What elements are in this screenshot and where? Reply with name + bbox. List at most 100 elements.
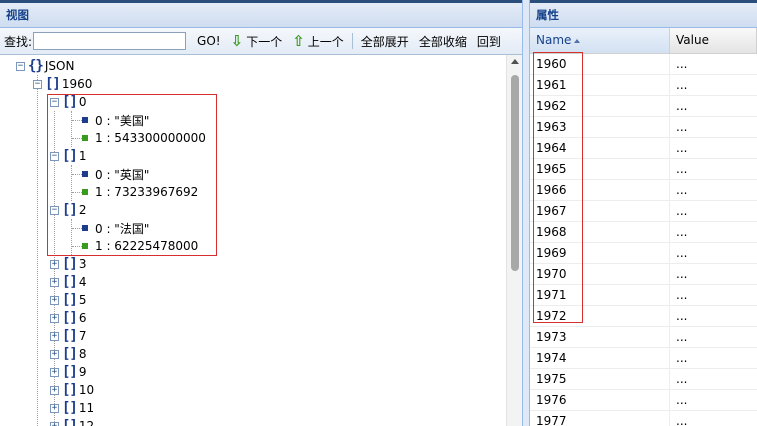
tree-node-label: 1960 bbox=[61, 77, 93, 91]
property-value: ... bbox=[676, 330, 688, 344]
property-row[interactable]: 1977... bbox=[530, 411, 757, 426]
expand-toggle-icon[interactable]: + bbox=[50, 421, 59, 426]
tree-node-label: 12 bbox=[78, 419, 95, 426]
tree-node-collapsed[interactable]: +[] 6 bbox=[50, 309, 87, 327]
grid-header: Name Value bbox=[530, 28, 757, 54]
array-icon: [] bbox=[62, 346, 78, 362]
property-value: ... bbox=[676, 57, 688, 71]
object-icon: {} bbox=[28, 58, 44, 74]
highlight-box bbox=[47, 94, 217, 256]
tree-node-label: JSON bbox=[44, 59, 75, 73]
collapse-all-button[interactable]: 全部收缩 bbox=[414, 33, 472, 50]
tree-node-root[interactable]: − {} JSON bbox=[16, 57, 74, 75]
expand-toggle-icon[interactable]: + bbox=[50, 385, 59, 395]
tree-node-label: 6 bbox=[78, 311, 87, 325]
expand-toggle-icon[interactable]: + bbox=[50, 277, 59, 287]
expand-toggle-icon[interactable]: + bbox=[50, 295, 59, 305]
property-value: ... bbox=[676, 78, 688, 92]
property-value: ... bbox=[676, 267, 688, 281]
tree-node-1960[interactable]: − [] 1960 bbox=[33, 75, 92, 93]
tree-node-collapsed[interactable]: +[] 12 bbox=[50, 417, 94, 426]
toolbar: 查找: GO! ⇩ 下一个 ⇧ 上一个 全部展开 全部收缩 回到 bbox=[0, 28, 522, 55]
scroll-thumb[interactable] bbox=[511, 75, 519, 271]
array-icon: [] bbox=[62, 364, 78, 380]
tree-node-collapsed[interactable]: +[] 10 bbox=[50, 381, 94, 399]
view-panel-title: 视图 bbox=[0, 0, 522, 28]
prev-label: 上一个 bbox=[307, 34, 344, 49]
tree-node-collapsed[interactable]: +[] 11 bbox=[50, 399, 94, 417]
property-name: 1975 bbox=[530, 369, 670, 389]
property-panel-title: 属性 bbox=[530, 0, 757, 28]
property-name: 1977 bbox=[530, 411, 670, 426]
tree-node-label: 5 bbox=[78, 293, 87, 307]
property-name: 1976 bbox=[530, 390, 670, 410]
tree-node-label: 10 bbox=[78, 383, 95, 397]
search-label: 查找: bbox=[4, 34, 33, 49]
property-panel: 属性 Name Value 1960... 1961... 1962... 1963.… bbox=[529, 0, 757, 426]
tree-node-label: 9 bbox=[78, 365, 87, 379]
prev-button[interactable]: ⇧ 上一个 bbox=[287, 32, 349, 50]
property-name: 1974 bbox=[530, 348, 670, 368]
expand-toggle-icon[interactable]: + bbox=[50, 349, 59, 359]
tree-node-label: 3 bbox=[78, 257, 87, 271]
property-value: ... bbox=[676, 204, 688, 218]
tree-node-collapsed[interactable]: +[] 8 bbox=[50, 345, 87, 363]
property-value: ... bbox=[676, 351, 688, 365]
collapse-toggle-icon[interactable]: − bbox=[33, 79, 42, 89]
search-input[interactable] bbox=[33, 32, 187, 50]
highlight-box bbox=[533, 52, 583, 323]
toolbar-separator bbox=[351, 33, 353, 49]
property-value: ... bbox=[676, 141, 688, 155]
tree-node-collapsed[interactable]: +[] 4 bbox=[50, 273, 87, 291]
property-value: ... bbox=[676, 246, 688, 260]
scroll-up-icon[interactable] bbox=[511, 59, 519, 64]
next-label: 下一个 bbox=[246, 34, 283, 49]
expand-toggle-icon[interactable]: + bbox=[50, 313, 59, 323]
property-row[interactable]: 1973... bbox=[530, 327, 757, 348]
array-icon: [] bbox=[45, 76, 61, 92]
name-column-label: Name bbox=[536, 33, 572, 47]
tree-node-label: 4 bbox=[78, 275, 87, 289]
expand-toggle-icon[interactable]: + bbox=[50, 403, 59, 413]
property-value: ... bbox=[676, 288, 688, 302]
sort-asc-icon bbox=[574, 38, 581, 43]
value-column-header[interactable]: Value bbox=[670, 28, 757, 53]
arrow-down-icon: ⇩ bbox=[230, 32, 244, 50]
property-value: ... bbox=[676, 120, 688, 134]
array-icon: [] bbox=[62, 418, 78, 426]
array-icon: [] bbox=[62, 400, 78, 416]
expand-all-button[interactable]: 全部展开 bbox=[356, 33, 414, 50]
array-icon: [] bbox=[62, 274, 78, 290]
tree-node-label: 8 bbox=[78, 347, 87, 361]
tree-node-collapsed[interactable]: +[] 7 bbox=[50, 327, 87, 345]
tree-node-collapsed[interactable]: +[] 9 bbox=[50, 363, 87, 381]
property-value: ... bbox=[676, 414, 688, 426]
property-row[interactable]: 1974... bbox=[530, 348, 757, 369]
property-row[interactable]: 1976... bbox=[530, 390, 757, 411]
name-column-header[interactable]: Name bbox=[530, 28, 670, 53]
property-value: ... bbox=[676, 393, 688, 407]
expand-toggle-icon[interactable]: + bbox=[50, 331, 59, 341]
tree-node-collapsed[interactable]: +[] 5 bbox=[50, 291, 87, 309]
tree-node-label: 7 bbox=[78, 329, 87, 343]
view-panel: 视图 查找: GO! ⇩ 下一个 ⇧ 上一个 全部展开 全部收缩 回到 − {} J… bbox=[0, 0, 523, 426]
go-button[interactable]: GO! bbox=[192, 34, 226, 48]
array-icon: [] bbox=[62, 292, 78, 308]
array-icon: [] bbox=[62, 328, 78, 344]
property-value: ... bbox=[676, 183, 688, 197]
property-value: ... bbox=[676, 309, 688, 323]
property-value: ... bbox=[676, 372, 688, 386]
tree-scrollbar[interactable] bbox=[506, 55, 522, 426]
collapse-toggle-icon[interactable]: − bbox=[16, 61, 25, 71]
tree-node-collapsed[interactable]: +[] 3 bbox=[50, 255, 87, 273]
array-icon: [] bbox=[62, 310, 78, 326]
tree-guide bbox=[37, 75, 38, 426]
array-icon: [] bbox=[62, 382, 78, 398]
next-button[interactable]: ⇩ 下一个 bbox=[226, 32, 288, 50]
property-row[interactable]: 1975... bbox=[530, 369, 757, 390]
expand-toggle-icon[interactable]: + bbox=[50, 367, 59, 377]
expand-toggle-icon[interactable]: + bbox=[50, 259, 59, 269]
property-value: ... bbox=[676, 162, 688, 176]
property-name: 1973 bbox=[530, 327, 670, 347]
return-button[interactable]: 回到 bbox=[472, 33, 506, 50]
